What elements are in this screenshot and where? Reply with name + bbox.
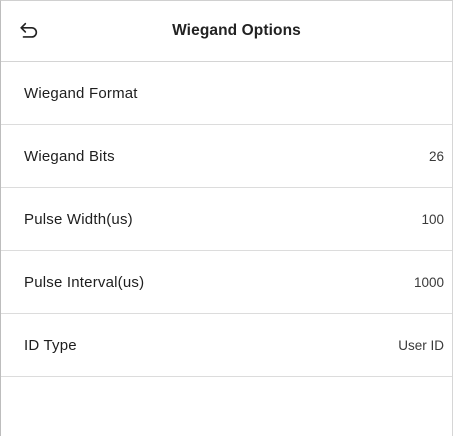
option-label: Wiegand Bits	[24, 147, 115, 165]
back-button[interactable]	[11, 14, 47, 48]
option-pulse-interval[interactable]: Pulse Interval(us) 1000	[1, 251, 452, 314]
option-label: ID Type	[24, 336, 77, 354]
back-arrow-icon	[20, 22, 38, 38]
option-id-type[interactable]: ID Type User ID	[1, 314, 452, 377]
option-label: Wiegand Format	[24, 84, 138, 102]
option-label: Pulse Width(us)	[24, 210, 133, 228]
option-value: 100	[421, 211, 444, 227]
option-label: Pulse Interval(us)	[24, 273, 145, 291]
option-value: 26	[428, 148, 444, 164]
wiegand-options-screen: Wiegand Options Wiegand Format Wiegand B…	[0, 0, 453, 436]
option-pulse-width[interactable]: Pulse Width(us) 100	[1, 188, 452, 251]
option-value: User ID	[398, 337, 444, 353]
option-wiegand-format[interactable]: Wiegand Format	[1, 62, 452, 125]
option-value: 1000	[413, 274, 444, 290]
page-title: Wiegand Options	[172, 22, 301, 39]
option-wiegand-bits[interactable]: Wiegand Bits 26	[1, 125, 452, 188]
header-bar: Wiegand Options	[1, 1, 452, 62]
